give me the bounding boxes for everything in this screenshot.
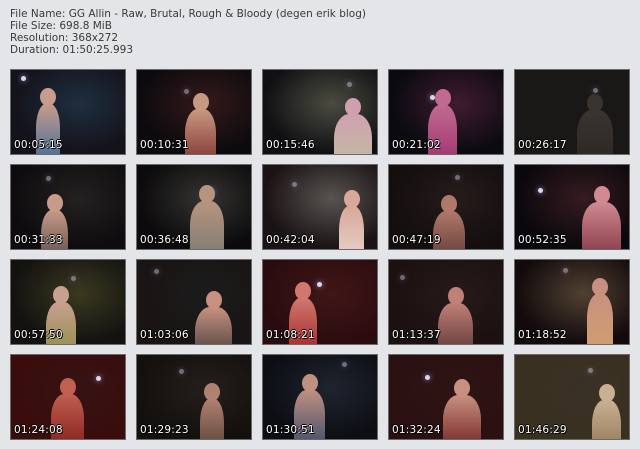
- thumbnail-timestamp: 01:24:08: [14, 424, 63, 436]
- thumbnail-timestamp: 00:05:15: [14, 139, 63, 151]
- video-thumbnail[interactable]: 00:21:02: [388, 69, 504, 155]
- video-thumbnail[interactable]: 00:31:33: [10, 164, 126, 250]
- thumbnail-timestamp: 01:30:51: [266, 424, 315, 436]
- stage-light: [179, 369, 184, 374]
- stage-light: [21, 76, 26, 81]
- stage-light: [317, 282, 322, 287]
- performer-head: [598, 384, 615, 402]
- video-thumbnail[interactable]: 00:10:31: [136, 69, 252, 155]
- stage-light: [342, 362, 347, 367]
- performer-figure: [190, 201, 224, 249]
- video-thumbnail[interactable]: 01:18:52: [514, 259, 630, 345]
- thumbnail-timestamp: 01:08:21: [266, 329, 315, 341]
- stage-light: [184, 89, 189, 94]
- thumbnail-timestamp: 00:26:17: [518, 139, 567, 151]
- performer-figure: [577, 110, 613, 154]
- performer-head: [192, 93, 209, 111]
- video-thumbnail[interactable]: 01:30:51: [262, 354, 378, 440]
- thumbnail-timestamp: 00:52:35: [518, 234, 567, 246]
- video-thumbnail[interactable]: 00:47:19: [388, 164, 504, 250]
- video-thumbnail[interactable]: 00:36:48: [136, 164, 252, 250]
- performer-figure: [334, 114, 372, 154]
- video-thumbnail[interactable]: 00:52:35: [514, 164, 630, 250]
- performer-figure: [582, 202, 621, 249]
- video-thumbnail[interactable]: 01:13:37: [388, 259, 504, 345]
- stage-light: [588, 368, 593, 373]
- thumbnail-timestamp: 00:36:48: [140, 234, 189, 246]
- performer-head: [447, 287, 464, 305]
- stage-light: [400, 275, 405, 280]
- thumbnail-timestamp: 01:32:24: [392, 424, 441, 436]
- performer-head: [434, 89, 451, 107]
- thumbnail-timestamp: 01:29:23: [140, 424, 189, 436]
- performer-figure: [587, 294, 613, 344]
- thumbnail-timestamp: 01:46:29: [518, 424, 567, 436]
- stage-light: [425, 375, 430, 380]
- video-thumbnail[interactable]: 00:26:17: [514, 69, 630, 155]
- performer-figure: [185, 109, 216, 154]
- stage-light: [46, 176, 51, 181]
- thumbnail-timestamp: 00:15:46: [266, 139, 315, 151]
- stage-light: [455, 175, 460, 180]
- performer-head: [59, 378, 76, 396]
- thumbnail-timestamp: 00:57:50: [14, 329, 63, 341]
- performer-head: [345, 98, 361, 116]
- video-thumbnail[interactable]: 00:57:50: [10, 259, 126, 345]
- video-thumbnail[interactable]: 01:24:08: [10, 354, 126, 440]
- stage-light: [292, 182, 297, 187]
- performer-head: [46, 194, 63, 212]
- performer-figure: [592, 400, 621, 439]
- stage-light: [96, 376, 101, 381]
- performer-head: [53, 286, 69, 304]
- performer-head: [295, 282, 311, 300]
- video-thumbnail[interactable]: 01:03:06: [136, 259, 252, 345]
- performer-head: [204, 383, 220, 401]
- performer-head: [593, 186, 610, 204]
- performer-head: [592, 278, 608, 296]
- video-thumbnail[interactable]: 00:42:04: [262, 164, 378, 250]
- stage-light: [347, 82, 352, 87]
- stage-light: [154, 269, 159, 274]
- performer-figure: [443, 395, 481, 439]
- performer-head: [441, 195, 457, 213]
- performer-figure: [195, 307, 232, 344]
- video-thumbnail[interactable]: 00:05:15: [10, 69, 126, 155]
- video-thumbnail[interactable]: 01:29:23: [136, 354, 252, 440]
- stage-light: [538, 188, 543, 193]
- video-thumbnail[interactable]: 01:32:24: [388, 354, 504, 440]
- performer-head: [40, 88, 56, 106]
- stage-light: [71, 276, 76, 281]
- performer-figure: [200, 399, 224, 439]
- performer-figure: [438, 303, 473, 344]
- video-thumbnail[interactable]: 01:08:21: [262, 259, 378, 345]
- performer-head: [205, 291, 222, 309]
- thumbnail-grid: 00:05:15 00:10:31 00:15:46 00:21:02 00:26:17…: [0, 0, 640, 449]
- thumbnail-timestamp: 00:31:33: [14, 234, 63, 246]
- video-thumbnail[interactable]: 00:15:46: [262, 69, 378, 155]
- performer-head: [587, 94, 603, 112]
- performer-head: [199, 185, 215, 203]
- performer-head: [343, 190, 360, 208]
- performer-figure: [339, 206, 364, 249]
- thumbnail-timestamp: 00:10:31: [140, 139, 189, 151]
- thumbnail-timestamp: 00:21:02: [392, 139, 441, 151]
- thumbnail-timestamp: 01:13:37: [392, 329, 441, 341]
- video-thumbnail[interactable]: 01:46:29: [514, 354, 630, 440]
- thumbnail-timestamp: 00:47:19: [392, 234, 441, 246]
- thumbnail-timestamp: 01:18:52: [518, 329, 567, 341]
- performer-head: [454, 379, 470, 397]
- thumbnail-timestamp: 01:03:06: [140, 329, 189, 341]
- stage-light: [563, 268, 568, 273]
- stage-light: [593, 88, 598, 93]
- thumbnail-timestamp: 00:42:04: [266, 234, 315, 246]
- performer-head: [301, 374, 318, 392]
